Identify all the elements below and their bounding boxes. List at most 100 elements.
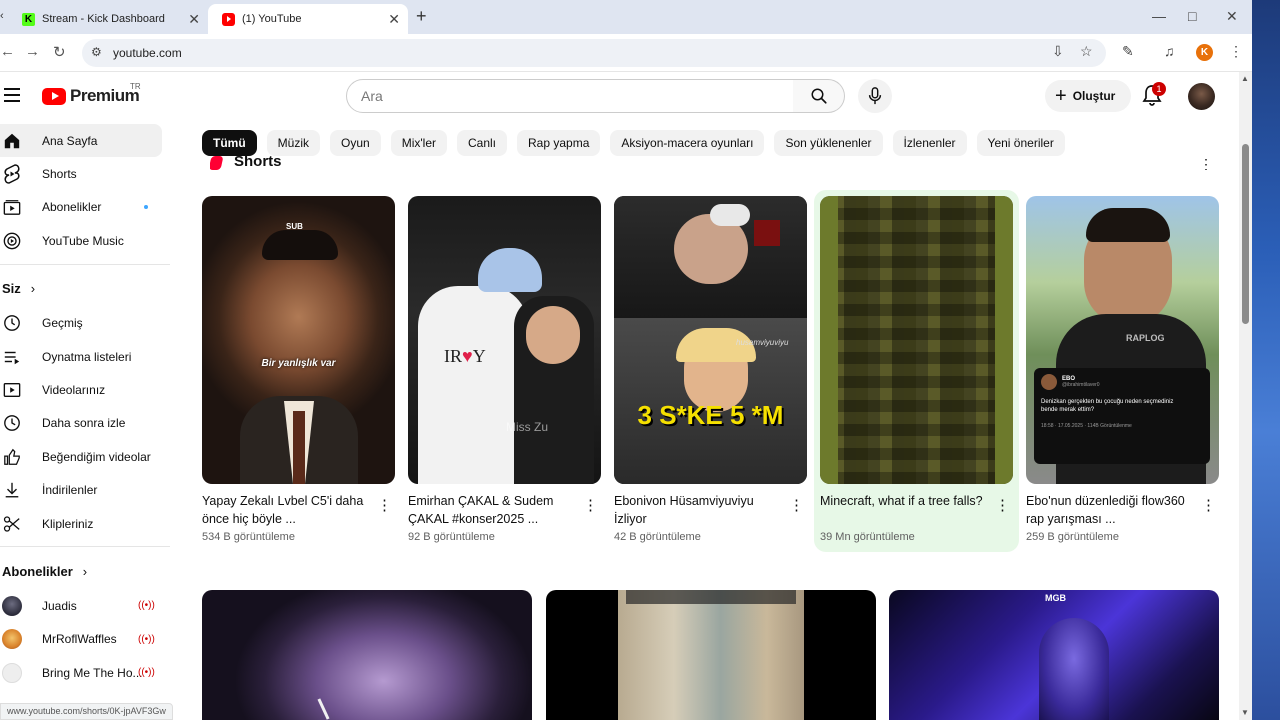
chip-rap[interactable]: Rap yapma [517,130,601,156]
search-input[interactable] [361,80,761,112]
tab-close-icon[interactable]: ✕ [188,11,200,28]
short-thumbnail[interactable]: IR♥Y Miss Zu [408,196,601,484]
more-options-icon[interactable]: ⋮ [995,496,1010,514]
short-card[interactable]: husamviyuviyu 3 S*KE 5 *M Ebonivon Hüsam… [614,196,807,543]
short-thumbnail[interactable]: husamviyuviyu 3 S*KE 5 *M [614,196,807,484]
sidebar-sub-channel[interactable]: Juadis ((•)) [0,589,178,622]
more-options-icon[interactable]: ⋮ [377,496,392,514]
new-tab-button[interactable]: + [416,6,427,27]
create-label: Oluştur [1072,89,1116,103]
browser-tabstrip: ‹ K Stream - Kick Dashboard ✕ (1) YouTub… [0,0,1280,34]
short-title[interactable]: Emirhan ÇAKAL & Sudem ÇAKAL #konser2025 … [408,492,578,528]
short-thumbnail[interactable] [820,196,1013,484]
thumbnail-art [618,590,804,720]
more-options-icon[interactable]: ⋮ [1201,496,1216,514]
watch-later-icon [2,413,22,433]
chip-all[interactable]: Tümü [202,130,257,156]
forward-icon[interactable]: → [25,43,40,60]
chip-recently-uploaded[interactable]: Son yüklenenler [774,130,883,156]
account-avatar[interactable] [1188,83,1215,110]
sidebar-item-youtube-music[interactable]: YouTube Music [0,224,178,257]
maximize-icon[interactable]: □ [1188,8,1196,24]
chip-action-adventure[interactable]: Aksiyon-macera oyunları [610,130,765,156]
tab-kick-dashboard[interactable]: K Stream - Kick Dashboard ✕ [0,4,208,34]
more-options-icon[interactable]: ⋮ [789,496,804,514]
section-title: Siz [2,281,21,297]
short-title[interactable]: Yapay Zekalı Lvbel C5'i daha önce hiç bö… [202,492,372,528]
back-icon[interactable]: ← [0,43,15,60]
chip-watched[interactable]: İzlenenler [892,130,967,156]
site-info-icon[interactable]: ⚙ [91,45,102,59]
video-thumbnail[interactable]: MGB [889,590,1219,720]
live-broadcast-icon: ((•)) [138,633,155,645]
sidebar-item-shorts[interactable]: Shorts [0,157,178,190]
sidebar-section-subscriptions[interactable]: Abonelikler › [0,553,178,589]
youtube-premium-logo[interactable]: Premium TR [42,82,141,106]
scroll-up-icon[interactable]: ▲ [1241,74,1249,83]
video-thumbnail[interactable] [202,590,532,720]
short-card[interactable]: Minecraft, what if a tree falls? 39 Mn g… [814,190,1019,552]
sidebar-item-liked-videos[interactable]: Beğendiğim videolar [0,440,178,473]
video-thumbnail[interactable] [546,590,876,720]
bookmark-star-icon[interactable]: ☆ [1080,43,1093,60]
short-title[interactable]: Minecraft, what if a tree falls? [820,492,990,528]
page-scrollbar[interactable]: ▲ ▼ [1239,72,1252,720]
plus-icon: + [1055,85,1067,107]
chip-mixes[interactable]: Mix'ler [390,130,447,156]
browser-toolbar: ← → ↻ ⚙ youtube.com ⇩ ☆ ✎ ♫ K ⋮ [0,34,1280,72]
extensions-icon[interactable]: ✎ [1122,43,1134,60]
short-card[interactable]: IR♥Y Miss Zu Emirhan ÇAKAL & Sudem ÇAKAL… [408,196,601,543]
short-title[interactable]: Ebonivon Hüsamviyuviyu İzliyor [614,492,784,528]
short-title[interactable]: Ebo'nun düzenlediği flow360 rap yarışmas… [1026,492,1196,528]
sidebar-item-playlists[interactable]: Oynatma listeleri [0,340,178,373]
address-bar[interactable]: ⚙ youtube.com [82,39,1106,67]
thumbnail-art [202,590,532,720]
chip-live[interactable]: Canlı [457,130,508,156]
sidebar-item-history[interactable]: Geçmiş [0,307,178,340]
browser-menu-icon[interactable]: ⋮ [1229,43,1243,60]
sidebar-sub-channel[interactable]: Bring Me The Ho... ((•)) [0,656,178,689]
sidebar-section-you[interactable]: Siz › [0,271,178,307]
sidebar-item-label: Ana Sayfa [42,133,98,148]
sidebar-item-label: Geçmiş [42,316,83,331]
voice-search-button[interactable] [858,79,892,113]
tab-close-icon[interactable]: ✕ [388,11,400,28]
short-card[interactable]: RAPLOG EBO @ibrahimtilaver0 Denizkan ger… [1026,196,1219,543]
short-thumbnail[interactable]: RAPLOG EBO @ibrahimtilaver0 Denizkan ger… [1026,196,1219,484]
short-card[interactable]: SUB Bir yanlışlık var Yapay Zekalı Lvbel… [202,196,395,543]
logo-wordmark: Premium [70,86,140,105]
window-close-icon[interactable]: ✕ [1226,8,1238,25]
sidebar-item-label: Daha sonra izle [42,416,126,431]
short-thumbnail[interactable]: SUB Bir yanlışlık var [202,196,395,484]
tab-youtube[interactable]: (1) YouTube ✕ [208,4,408,34]
install-app-icon[interactable]: ⇩ [1052,43,1064,60]
chip-gaming[interactable]: Oyun [330,130,381,156]
guide-menu-icon[interactable] [4,88,20,106]
media-controls-icon[interactable]: ♫ [1164,43,1175,59]
scroll-down-icon[interactable]: ▼ [1241,708,1249,717]
scrollbar-thumb[interactable] [1242,144,1249,324]
country-code: TR [130,82,141,91]
more-options-icon[interactable]: ⋮ [583,496,598,514]
short-views: 39 Mn görüntüleme [820,531,915,543]
minimize-icon[interactable]: — [1152,8,1166,24]
url-text[interactable]: youtube.com [113,46,182,60]
chip-new-to-you[interactable]: Yeni öneriler [976,130,1065,156]
browser-profile-avatar[interactable]: K [1196,44,1213,61]
chip-music[interactable]: Müzik [266,130,321,156]
youtube-play-icon [42,87,66,105]
sidebar-sub-channel[interactable]: MrRoflWaffles ((•)) [0,623,178,656]
shelf-menu-icon[interactable]: ⋮ [1199,156,1213,170]
sidebar-item-your-videos[interactable]: Videolarınız [0,373,178,406]
sidebar-item-watch-later[interactable]: Daha sonra izle [0,407,178,440]
sidebar-item-downloads[interactable]: İndirilenler [0,474,178,507]
sidebar-item-subscriptions[interactable]: Abonelikler [0,191,178,224]
sidebar-item-home[interactable]: Ana Sayfa [0,124,162,158]
notifications-button[interactable]: 1 [1142,82,1166,108]
create-button[interactable]: + Oluştur [1045,80,1131,112]
reload-icon[interactable]: ↻ [53,43,66,61]
search-box[interactable] [346,79,794,113]
search-button[interactable] [793,79,845,113]
tweet-handle: @ibrahimtilaver0 [1062,382,1100,388]
sidebar-item-clips[interactable]: Klipleriniz [0,507,178,540]
